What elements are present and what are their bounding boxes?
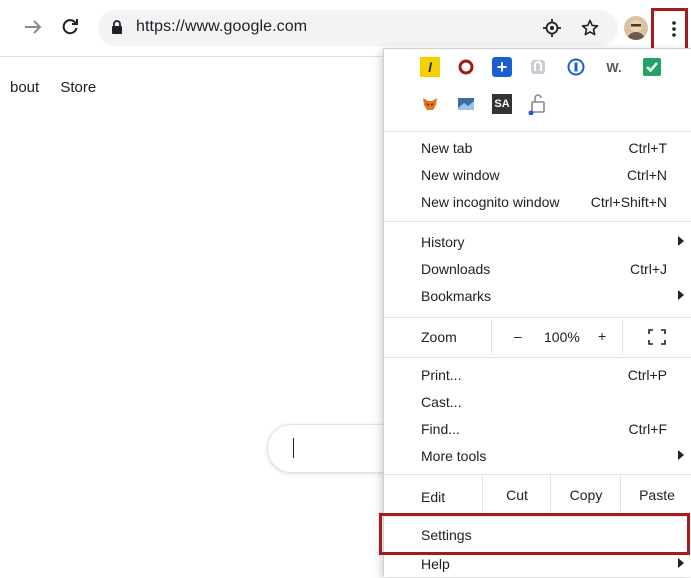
menu-item-shortcut: Ctrl+F [628,421,668,437]
menu-item-label: Help [421,556,450,572]
reload-icon [62,19,78,35]
menu-item-label: Find... [421,421,460,437]
reload-button[interactable] [55,12,85,42]
menu-item-label: New tab [421,140,473,156]
green-check-icon[interactable] [642,57,662,77]
menu-item-new-window[interactable]: New window Ctrl+N [384,163,691,189]
menu-item-label: Bookmarks [421,288,492,304]
google-search-box[interactable] [267,424,398,473]
address-bar[interactable]: https://www.google.com [98,10,618,46]
ghost-icon[interactable] [528,57,548,77]
zoom-level: 100% [544,329,580,345]
menu-item-shortcut: Ctrl+T [628,140,668,156]
submenu-arrow-icon [678,558,684,568]
menu-item-bookmarks[interactable]: Bookmarks [384,284,691,310]
zoom-out-button[interactable]: – [514,328,522,344]
menu-item-more-tools[interactable]: More tools [384,444,691,470]
menu-item-label: Downloads [421,261,491,277]
menu-item-find[interactable]: Find... Ctrl+F [384,417,691,443]
menu-separator [384,221,691,222]
opera-o-icon[interactable] [456,57,476,77]
zoom-row: Zoom – 100% + [384,319,691,355]
profile-avatar-icon [627,20,645,40]
url-text: https://www.google.com [136,18,308,35]
chrome-main-menu: l + W. SA New tab Ctrl+T New window Ctrl… [383,48,691,577]
cut-button[interactable]: Cut [482,474,551,516]
menu-item-history[interactable]: History [384,230,691,256]
about-link[interactable]: bout [10,79,39,96]
menu-item-cast[interactable]: Cast... [384,390,691,416]
extensions-row-1: l + W. [384,57,691,87]
norton-l-icon[interactable]: l [420,57,440,77]
fullscreen-icon[interactable] [648,329,666,345]
w-icon[interactable]: W. [604,57,624,77]
plus-blue-icon[interactable]: + [492,57,512,77]
menu-button-highlight [651,8,688,52]
unlock-extension-icon[interactable] [528,94,548,115]
menu-item-shortcut: Ctrl+N [626,167,667,183]
submenu-arrow-icon [678,290,684,300]
zoom-label: Zoom [421,329,457,345]
menu-separator [384,131,691,132]
paste-button[interactable]: Paste [620,474,691,516]
edit-row: Edit Cut Copy Paste [384,474,691,516]
menu-item-new-tab[interactable]: New tab Ctrl+T [384,136,691,162]
lock-icon [112,20,122,34]
extensions-row-2: SA [384,94,691,124]
text-caret [293,438,294,458]
menu-item-new-incognito-window[interactable]: New incognito window Ctrl+Shift+N [384,190,691,216]
onepassword-icon[interactable] [566,57,586,77]
edit-label: Edit [421,489,446,505]
menu-item-label: Cast... [421,394,462,410]
copy-button[interactable]: Copy [550,474,621,516]
menu-item-label: History [421,234,465,250]
bookmark-star-button[interactable] [580,18,600,38]
menu-item-label: New window [421,167,500,183]
star-icon [581,19,599,36]
sa-extension-icon[interactable]: SA [492,94,512,114]
menu-item-shortcut: Ctrl+J [630,261,667,277]
menu-item-label: Print... [421,367,462,383]
menu-separator [384,357,691,358]
submenu-arrow-icon [678,450,684,460]
menu-item-downloads[interactable]: Downloads Ctrl+J [384,257,691,283]
settings-highlight [379,513,690,555]
submenu-arrow-icon [678,236,684,246]
menu-item-label: More tools [421,448,487,464]
store-link[interactable]: Store [60,79,96,96]
profile-avatar[interactable] [624,16,648,40]
menu-item-shortcut: Ctrl+P [627,367,667,383]
google-top-links: bout Store [10,79,113,96]
menu-item-shortcut: Ctrl+Shift+N [590,194,667,210]
metamask-fox-icon[interactable] [420,94,440,114]
menu-item-print[interactable]: Print... Ctrl+P [384,363,691,389]
back-button[interactable] [18,12,48,42]
location-target-button[interactable] [542,18,562,38]
menu-item-label: New incognito window [421,194,560,210]
menu-separator [384,317,691,318]
image-extension-icon[interactable] [456,94,476,114]
zoom-controls: – 100% + [491,319,623,355]
zoom-in-button[interactable]: + [598,328,606,344]
location-target-icon [543,19,561,37]
back-arrow-icon [25,20,42,34]
menu-item-help[interactable]: Help [384,552,691,578]
